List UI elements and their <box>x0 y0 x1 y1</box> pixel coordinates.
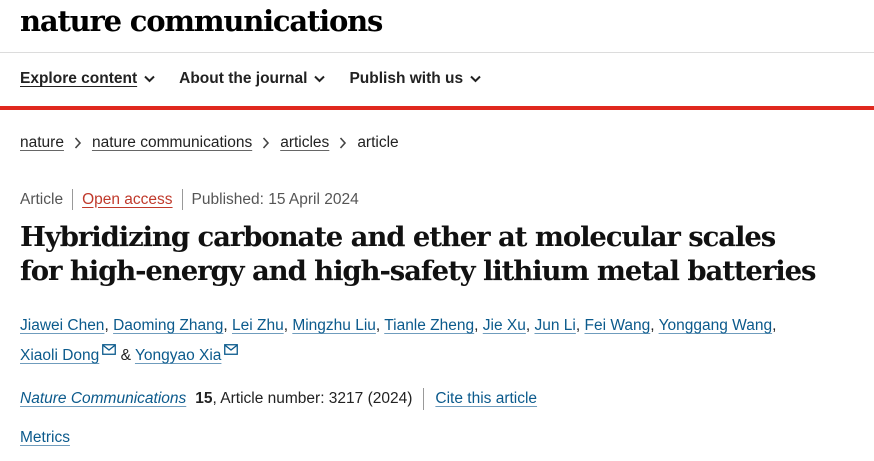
author-separator: , <box>223 317 232 334</box>
site-logo[interactable]: nature communications <box>20 4 383 38</box>
article-title-line-2: for high-energy and high-safety lithium … <box>20 255 816 287</box>
meta-divider <box>181 189 183 210</box>
mail-icon[interactable] <box>224 344 239 355</box>
article-meta: Article Open access Published: 15 April … <box>20 189 359 210</box>
article-title-line-1: Hybridizing carbonate and ether at molec… <box>20 221 776 253</box>
article-number: , Article number: 3217 (2024) <box>212 390 413 407</box>
nav-about-journal[interactable]: About the journal <box>179 70 326 88</box>
main-nav: Explore content About the journal Publis… <box>20 70 505 88</box>
author-separator: , <box>650 317 659 334</box>
nav-explore-content[interactable]: Explore content <box>20 70 155 88</box>
author-link[interactable]: Jun Li <box>534 317 575 334</box>
breadcrumb: nature nature communications articles ar… <box>20 134 399 152</box>
article-type: Article <box>20 190 64 208</box>
author-and: & <box>116 347 135 364</box>
author-link[interactable]: Lei Zhu <box>232 317 284 334</box>
breadcrumb-articles[interactable]: articles <box>280 134 329 152</box>
author-link[interactable]: Daoming Zhang <box>113 317 223 334</box>
chevron-right-icon <box>263 137 270 149</box>
author-link[interactable]: Jie Xu <box>483 317 526 334</box>
metrics-link[interactable]: Metrics <box>20 429 70 447</box>
author-list: Jiawei Chen, Daoming Zhang, Lei Zhu, Min… <box>20 311 780 371</box>
breadcrumb-current: article <box>357 134 399 151</box>
chevron-right-icon <box>340 137 347 149</box>
author-link[interactable]: Yonggang Wang <box>659 317 772 334</box>
meta-divider <box>72 189 74 210</box>
nav-publish-with-us-label: Publish with us <box>349 70 464 87</box>
nav-publish-with-us[interactable]: Publish with us <box>349 70 481 88</box>
author-link[interactable]: Fei Wang <box>584 317 650 334</box>
author-link[interactable]: Yongyao Xia <box>135 347 221 364</box>
chevron-down-icon <box>314 75 326 83</box>
nav-about-journal-label: About the journal <box>179 70 308 87</box>
chevron-down-icon <box>470 75 481 83</box>
volume: 15 <box>195 390 213 407</box>
author-separator: , <box>375 317 385 334</box>
published-date: Published: 15 April 2024 <box>191 190 359 208</box>
chevron-down-icon <box>144 75 155 83</box>
author-link[interactable]: Xiaoli Dong <box>20 347 99 364</box>
header-divider <box>0 52 874 53</box>
mail-icon[interactable] <box>102 344 117 355</box>
author-link[interactable]: Tianle Zheng <box>384 317 474 334</box>
author-link[interactable]: Mingzhu Liu <box>292 317 376 334</box>
accent-bar <box>0 106 874 110</box>
open-access-link[interactable]: Open access <box>82 191 172 209</box>
chevron-right-icon <box>74 137 82 149</box>
citation-row: Nature Communications 15 , Article numbe… <box>20 388 537 410</box>
nav-explore-content-label: Explore content <box>20 70 138 87</box>
citation-divider <box>423 388 425 410</box>
author-link[interactable]: Jiawei Chen <box>20 317 104 334</box>
breadcrumb-nature-communications[interactable]: nature communications <box>92 134 252 152</box>
breadcrumb-nature[interactable]: nature <box>20 134 64 152</box>
author-separator: , <box>104 317 114 334</box>
cite-this-article-link[interactable]: Cite this article <box>435 390 537 408</box>
author-separator: , <box>772 317 777 334</box>
author-separator: , <box>474 317 483 334</box>
journal-link[interactable]: Nature Communications <box>20 390 186 408</box>
article-title: Hybridizing carbonate and ether at molec… <box>20 220 860 288</box>
